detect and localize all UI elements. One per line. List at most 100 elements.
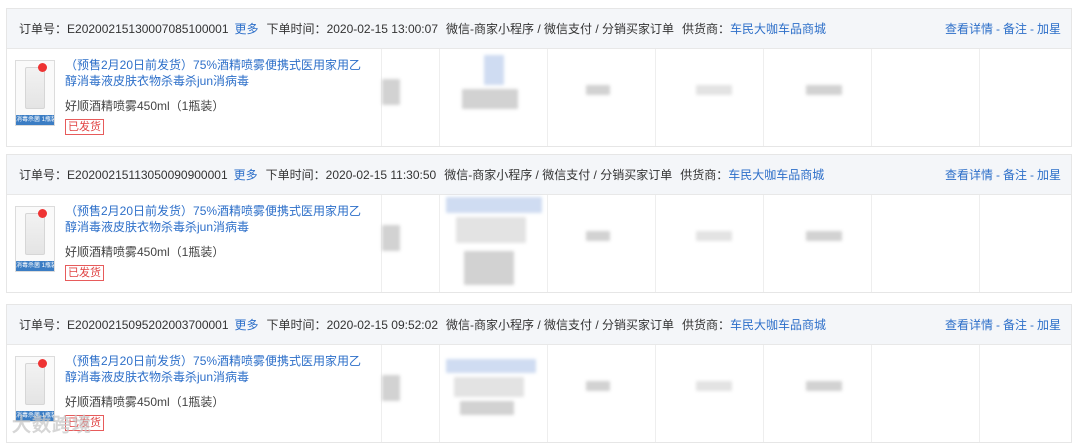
blurred-value <box>382 79 400 105</box>
order-no-label: 订单号： <box>19 168 68 182</box>
logistics-cell <box>872 345 980 442</box>
buyer-cell <box>440 49 548 146</box>
extra-cell <box>980 195 1071 292</box>
brand-badge-icon <box>38 209 47 218</box>
separator: - <box>995 22 1000 36</box>
product-cell: 消毒杀菌 1瓶装 （预售2月20日前发货）75%酒精喷雾便携式医用家用乙醇消毒液… <box>7 49 382 146</box>
order-actions: 查看详情 - 备注 - 加星 <box>945 20 1061 37</box>
blurred-value <box>456 217 526 243</box>
supplier-link[interactable]: 车民大咖车品商城 <box>728 166 824 183</box>
order-header: 订单号： E20200215095202003700001 更多 下单时间： 2… <box>7 305 1071 345</box>
bottle-image <box>25 67 45 109</box>
order-actions: 查看详情 - 备注 - 加星 <box>945 316 1061 333</box>
order-channel: 微信-商家小程序 / 微信支付 / 分销买家订单 <box>446 22 675 36</box>
add-star-link[interactable]: 加星 <box>1037 22 1061 36</box>
blurred-value <box>446 197 542 213</box>
thumb-caption: 消毒杀菌 1瓶装 <box>16 261 54 271</box>
watermark: 大数跨境 <box>12 415 93 436</box>
order-header: 订单号： E20200215130007085100001 更多 下单时间： 2… <box>7 9 1071 49</box>
remark-link[interactable]: 备注 <box>1003 318 1027 332</box>
separator: - <box>1029 318 1034 332</box>
status-cell <box>764 345 872 442</box>
more-link[interactable]: 更多 <box>234 166 258 183</box>
view-details-link[interactable]: 查看详情 <box>945 168 993 182</box>
order-time: 2020-02-15 13:00:07 <box>326 21 438 36</box>
product-info: （预售2月20日前发货）75%酒精喷雾便携式医用家用乙醇消毒液皮肤衣物杀毒杀ju… <box>65 353 365 442</box>
price-cell <box>382 345 440 442</box>
remark-link[interactable]: 备注 <box>1003 168 1027 182</box>
order-body: 消毒杀菌 1瓶装 （预售2月20日前发货）75%酒精喷雾便携式医用家用乙醇消毒液… <box>7 49 1071 146</box>
payment-cell <box>656 345 764 442</box>
blurred-value <box>806 381 842 391</box>
supplier-link[interactable]: 车民大咖车品商城 <box>730 316 826 333</box>
order-card: 订单号： E20200215113050090900001 更多 下单时间： 2… <box>6 154 1072 293</box>
order-time: 2020-02-15 11:30:50 <box>325 167 437 182</box>
order-time-label: 下单时间： <box>266 22 327 36</box>
price-cell <box>382 49 440 146</box>
more-link[interactable]: 更多 <box>235 20 259 37</box>
status-cell <box>764 195 872 292</box>
order-no: E20200215130007085100001 <box>67 21 229 36</box>
extra-cell <box>980 345 1071 442</box>
blurred-value <box>446 359 536 373</box>
status-cell <box>764 49 872 146</box>
product-thumbnail[interactable]: 消毒杀菌 1瓶装 <box>15 206 55 272</box>
order-body: 消毒杀菌 1瓶装 （预售2月20日前发货）75%酒精喷雾便携式医用家用乙醇消毒液… <box>7 195 1071 292</box>
blurred-value <box>586 381 610 391</box>
order-time-label: 下单时间： <box>266 318 327 332</box>
blurred-value <box>454 377 524 397</box>
bottle-image <box>25 213 45 255</box>
bottle-image <box>25 363 45 405</box>
product-title-link[interactable]: （预售2月20日前发货）75%酒精喷雾便携式医用家用乙醇消毒液皮肤衣物杀毒杀ju… <box>65 353 365 385</box>
add-star-link[interactable]: 加星 <box>1037 318 1061 332</box>
order-channel: 微信-商家小程序 / 微信支付 / 分销买家订单 <box>446 318 675 332</box>
order-no: E20200215095202003700001 <box>67 317 229 332</box>
blurred-avatar <box>484 55 504 85</box>
thumb-caption: 消毒杀菌 1瓶装 <box>16 115 54 125</box>
blurred-value <box>806 231 842 241</box>
order-no-label: 订单号： <box>19 22 68 36</box>
more-link[interactable]: 更多 <box>235 316 259 333</box>
supplier-label: 供货商： <box>682 318 731 332</box>
supplier-label: 供货商： <box>682 22 731 36</box>
remark-link[interactable]: 备注 <box>1003 22 1027 36</box>
order-header: 订单号： E20200215113050090900001 更多 下单时间： 2… <box>7 155 1071 195</box>
add-star-link[interactable]: 加星 <box>1037 168 1061 182</box>
product-info: （预售2月20日前发货）75%酒精喷雾便携式医用家用乙醇消毒液皮肤衣物杀毒杀ju… <box>65 57 365 146</box>
supplier-label: 供货商： <box>680 168 729 182</box>
blurred-value <box>806 85 842 95</box>
supplier-link[interactable]: 车民大咖车品商城 <box>730 20 826 37</box>
separator: - <box>995 318 1000 332</box>
logistics-cell <box>872 49 980 146</box>
product-spec: 好顺酒精喷雾450ml（1瓶装） <box>65 99 225 113</box>
product-thumbnail[interactable]: 消毒杀菌 1瓶装 <box>15 60 55 126</box>
product-info: （预售2月20日前发货）75%酒精喷雾便携式医用家用乙醇消毒液皮肤衣物杀毒杀ju… <box>65 203 365 292</box>
blurred-value <box>586 85 610 95</box>
product-cell: 消毒杀菌 1瓶装 （预售2月20日前发货）75%酒精喷雾便携式医用家用乙醇消毒液… <box>7 195 382 292</box>
product-title-link[interactable]: （预售2月20日前发货）75%酒精喷雾便携式医用家用乙醇消毒液皮肤衣物杀毒杀ju… <box>65 203 365 235</box>
view-details-link[interactable]: 查看详情 <box>945 318 993 332</box>
payment-cell <box>656 49 764 146</box>
order-actions: 查看详情 - 备注 - 加星 <box>945 166 1061 183</box>
product-title-link[interactable]: （预售2月20日前发货）75%酒精喷雾便携式医用家用乙醇消毒液皮肤衣物杀毒杀ju… <box>65 57 365 89</box>
extra-cell <box>980 49 1071 146</box>
blurred-value <box>696 231 732 241</box>
blurred-value <box>382 225 400 251</box>
order-card: 订单号： E20200215095202003700001 更多 下单时间： 2… <box>6 304 1072 443</box>
view-details-link[interactable]: 查看详情 <box>945 22 993 36</box>
blurred-value <box>586 231 610 241</box>
order-channel: 微信-商家小程序 / 微信支付 / 分销买家订单 <box>444 168 673 182</box>
status-badge: 已发货 <box>65 265 104 281</box>
separator: - <box>1029 22 1034 36</box>
blurred-value <box>696 381 732 391</box>
blurred-value <box>382 375 400 401</box>
blurred-value <box>462 89 518 109</box>
amount-cell <box>548 195 656 292</box>
blurred-value <box>696 85 732 95</box>
brand-badge-icon <box>38 359 47 368</box>
brand-badge-icon <box>38 63 47 72</box>
separator: - <box>1029 168 1034 182</box>
logistics-cell <box>872 195 980 292</box>
order-time: 2020-02-15 09:52:02 <box>326 317 438 332</box>
buyer-cell <box>440 195 548 292</box>
